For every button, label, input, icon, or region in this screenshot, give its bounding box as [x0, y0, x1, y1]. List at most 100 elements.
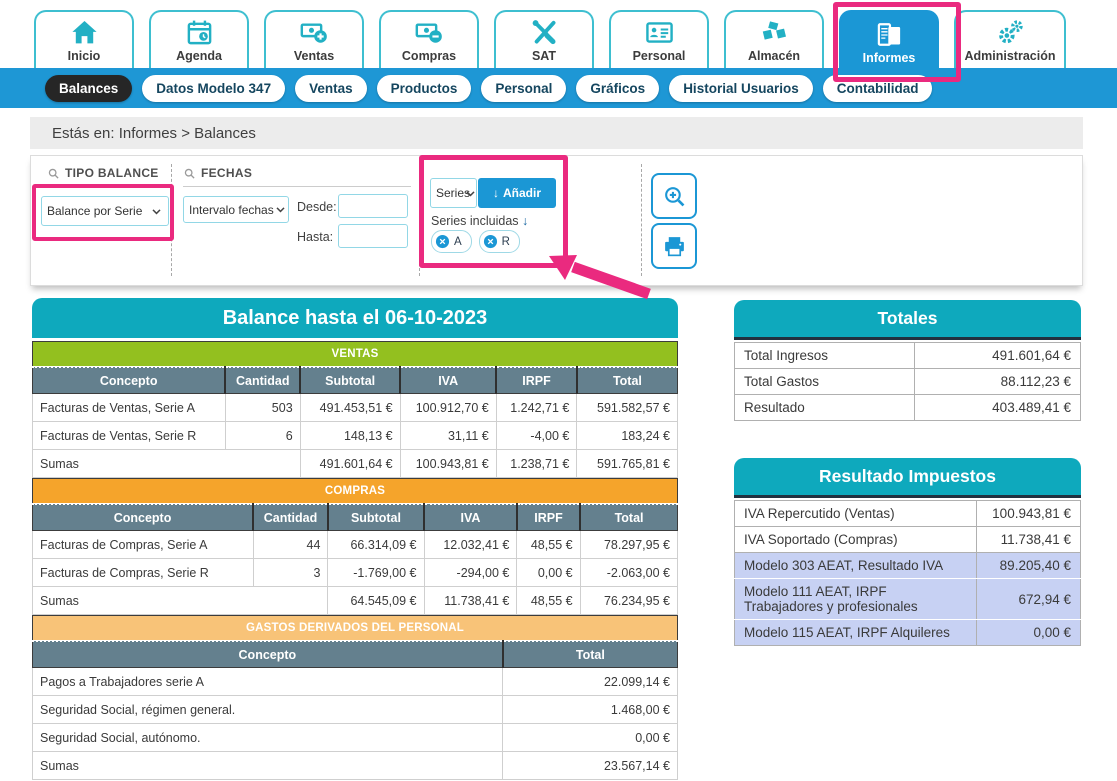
cell-value: 0,00 € — [977, 620, 1081, 646]
fechas-title: FECHAS — [201, 166, 252, 180]
subnav-ventas[interactable]: Ventas — [295, 75, 367, 102]
table-row: Pagos a Trabajadores serie A22.099,14 € — [33, 668, 678, 696]
cell-concepto: Sumas — [33, 587, 328, 615]
section-divider — [419, 164, 420, 276]
tab-ventas[interactable]: Ventas — [264, 10, 364, 68]
chip-label: A — [454, 236, 462, 248]
tab-compras[interactable]: Compras — [379, 10, 479, 68]
series-select[interactable]: Series — [430, 178, 477, 208]
tab-agenda[interactable]: Agenda — [149, 10, 249, 68]
tab-label: Agenda — [176, 49, 222, 63]
zoom-button[interactable] — [651, 173, 697, 219]
money-minus-icon — [415, 17, 444, 47]
search-icon — [47, 167, 60, 180]
x-circle-icon[interactable] — [483, 234, 498, 249]
section-table-compras: ConceptoCantidadSubtotalIVAIRPFTotalFact… — [32, 503, 678, 615]
cell-value: 89.205,40 € — [977, 553, 1081, 579]
cell-value: 491.601,64 € — [300, 450, 400, 478]
sub-nav-bar: Balances Datos Modelo 347 Ventas Productos P… — [0, 68, 1117, 108]
cell-value: 403.489,41 € — [914, 395, 1080, 421]
cell-concepto: Facturas de Ventas, Serie R — [33, 422, 226, 450]
cell-concepto: Pagos a Trabajadores serie A — [33, 668, 503, 696]
subnav-contabilidad[interactable]: Contabilidad — [823, 75, 933, 102]
down-arrow-icon: ↓ — [522, 214, 528, 228]
tab-inicio[interactable]: Inicio — [34, 10, 134, 68]
balance-report: Balance hasta el 06-10-2023 VENTASConcep… — [32, 298, 678, 780]
table-row: Modelo 303 AEAT, Resultado IVA89.205,40 … — [735, 553, 1081, 579]
cell-value: -1.769,00 € — [328, 559, 424, 587]
totales-title: Totales — [734, 300, 1081, 340]
column-header-concepto: Concepto — [33, 641, 503, 668]
tab-label: Compras — [402, 49, 456, 63]
cell-concepto: Facturas de Compras, Serie A — [33, 531, 254, 559]
table-row: Modelo 115 AEAT, IRPF Alquileres0,00 € — [735, 620, 1081, 646]
subnav-personal[interactable]: Personal — [481, 75, 566, 102]
sub-nav-pills: Balances Datos Modelo 347 Ventas Productos P… — [0, 68, 1117, 102]
totales-table: Total Ingresos491.601,64 €Total Gastos88… — [734, 342, 1081, 421]
cell-value: 11.738,41 € — [977, 527, 1081, 553]
cell-value: 6 — [225, 422, 300, 450]
tab-almacen[interactable]: Almacén — [724, 10, 824, 68]
hasta-input[interactable] — [338, 224, 408, 248]
column-header-subtotal: Subtotal — [300, 367, 400, 394]
id-card-icon — [645, 17, 674, 47]
chevron-down-icon — [150, 205, 163, 218]
tab-label: Inicio — [68, 49, 101, 63]
subnav-historial-usuarios[interactable]: Historial Usuarios — [669, 75, 813, 102]
report-sections: VENTAS ConceptoCantidadSubtotalIVAIRPFTot… — [32, 341, 678, 780]
desde-input[interactable] — [338, 194, 408, 218]
tipo-balance-title: TIPO BALANCE — [65, 166, 159, 180]
table-row: Resultado403.489,41 € — [735, 395, 1081, 421]
cell-value: 183,24 € — [577, 422, 678, 450]
anadir-button[interactable]: ↓ Añadir — [478, 178, 556, 208]
table-row: Facturas de Compras, Serie A4466.314,09 … — [33, 531, 678, 559]
cell-value: 31,11 € — [400, 422, 496, 450]
tab-administracion[interactable]: Administración — [954, 10, 1066, 68]
table-row: Facturas de Ventas, Serie A503491.453,51… — [33, 394, 678, 422]
table-row: Total Gastos88.112,23 € — [735, 369, 1081, 395]
intervalo-fechas-select[interactable]: Intervalo fechas — [183, 196, 289, 223]
filter-panel: TIPO BALANCE Balance por Serie FECHAS In… — [30, 155, 1083, 286]
table-row: IVA Soportado (Compras)11.738,41 € — [735, 527, 1081, 553]
tab-label: Administración — [965, 49, 1056, 63]
tab-label: SAT — [532, 49, 556, 63]
cell-value: 1.242,71 € — [496, 394, 577, 422]
hasta-label: Hasta: — [297, 230, 333, 244]
column-header-irpf: IRPF — [517, 504, 580, 531]
series-chip-a[interactable]: A — [431, 230, 472, 253]
tipo-balance-selected-value: Balance por Serie — [47, 204, 142, 218]
money-plus-icon — [300, 17, 329, 47]
print-button[interactable] — [651, 223, 697, 269]
tab-label: Almacén — [748, 49, 800, 63]
tipo-balance-section-title: TIPO BALANCE — [47, 166, 167, 187]
cell-value: 1.468,00 € — [503, 696, 678, 724]
tab-personal[interactable]: Personal — [609, 10, 709, 68]
table-row: IVA Repercutido (Ventas)100.943,81 € — [735, 501, 1081, 527]
table-row: Seguridad Social, autónomo.0,00 € — [33, 724, 678, 752]
intervalo-selected-value: Intervalo fechas — [189, 203, 274, 217]
cell-label: IVA Soportado (Compras) — [735, 527, 977, 553]
tab-informes[interactable]: Informes — [839, 10, 939, 70]
subnav-graficos[interactable]: Gráficos — [576, 75, 659, 102]
table-row: Sumas64.545,09 €11.738,41 €48,55 €76.234… — [33, 587, 678, 615]
cell-label: Resultado — [735, 395, 915, 421]
tipo-balance-select[interactable]: Balance por Serie — [41, 196, 169, 226]
subnav-balances[interactable]: Balances — [45, 75, 132, 102]
impuestos-panel: Resultado Impuestos IVA Repercutido (Ven… — [734, 458, 1081, 646]
cell-value: 672,94 € — [977, 579, 1081, 620]
clipboard-check-icon — [875, 19, 904, 49]
cell-concepto: Seguridad Social, autónomo. — [33, 724, 503, 752]
desde-label: Desde: — [297, 200, 337, 214]
x-circle-icon[interactable] — [435, 234, 450, 249]
subnav-productos[interactable]: Productos — [377, 75, 472, 102]
section-band-ventas: VENTAS — [32, 341, 678, 366]
subnav-datos-modelo-347[interactable]: Datos Modelo 347 — [142, 75, 285, 102]
printer-icon — [662, 234, 687, 259]
tab-sat[interactable]: SAT — [494, 10, 594, 68]
cell-value: 48,55 € — [517, 531, 580, 559]
cell-value: 0,00 € — [517, 559, 580, 587]
cell-value: -294,00 € — [424, 559, 517, 587]
fechas-section-title: FECHAS — [183, 166, 411, 187]
series-chip-r[interactable]: R — [479, 230, 520, 253]
column-header-total: Total — [580, 504, 677, 531]
